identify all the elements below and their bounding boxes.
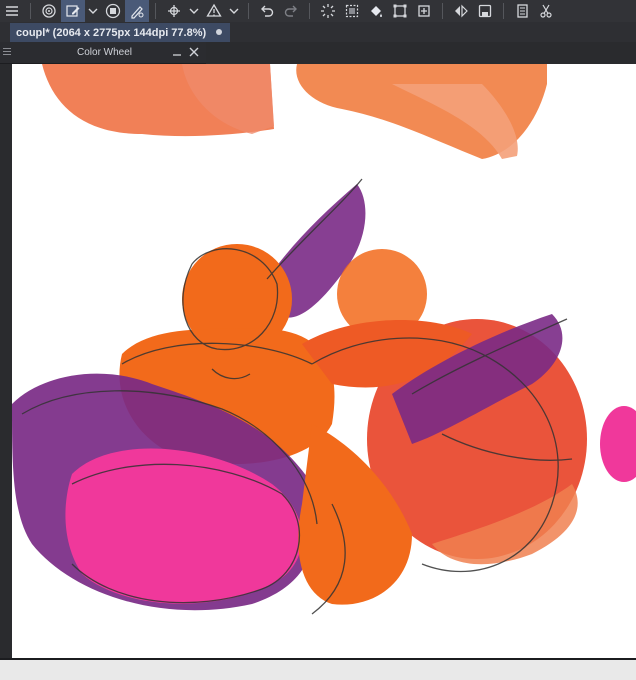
document-tab[interactable]: coupl* (2064 x 2775px 144dpi 77.8%)	[10, 23, 230, 42]
chevron-down-icon	[229, 8, 239, 14]
brush-preset-button[interactable]	[37, 0, 61, 22]
sun-burst-icon	[321, 4, 335, 18]
toolbar-separator	[442, 3, 443, 19]
spiral-brush-icon	[42, 4, 56, 18]
fill-bucket-button[interactable]	[364, 0, 388, 22]
transform-button[interactable]	[162, 0, 186, 22]
rect-select-icon	[393, 4, 407, 18]
undo-icon	[261, 5, 274, 17]
redo-button[interactable]	[279, 0, 303, 22]
toolbar-separator	[248, 3, 249, 19]
docker-grip-icon[interactable]	[3, 47, 11, 59]
main-toolbar	[0, 0, 636, 22]
transform-dropdown[interactable]	[186, 0, 202, 22]
mirror-icon	[455, 4, 468, 18]
undo-button[interactable]	[255, 0, 279, 22]
pen-settings-button[interactable]	[125, 0, 149, 22]
redo-icon	[284, 5, 297, 17]
circle-stop-icon	[105, 3, 121, 19]
brightness-button[interactable]	[316, 0, 340, 22]
layers-icon	[517, 4, 528, 18]
color-wheel-docker[interactable]: Color Wheel	[0, 42, 206, 64]
stop-button[interactable]	[101, 0, 125, 22]
chevron-down-icon	[88, 8, 98, 14]
toolbar-separator	[155, 3, 156, 19]
docker-title: Color Wheel	[77, 47, 133, 58]
fill-dropdown[interactable]	[226, 0, 242, 22]
pen-settings-icon	[131, 6, 144, 19]
toolbar-separator	[309, 3, 310, 19]
save-button[interactable]	[473, 0, 497, 22]
warning-fill-icon	[206, 3, 222, 17]
canvas-area[interactable]	[0, 42, 636, 680]
dotted-selection-icon	[345, 4, 359, 18]
docker-close-icon[interactable]	[188, 46, 200, 58]
tab-modified-dot-icon[interactable]	[216, 29, 222, 35]
krita-window: coupl* (2064 x 2775px 144dpi 77.8%) Colo…	[0, 0, 636, 680]
layers-button[interactable]	[510, 0, 534, 22]
edit-brush-icon	[66, 5, 80, 17]
toolbar-separator	[30, 3, 31, 19]
artwork-sketch	[12, 64, 636, 615]
scissors-icon	[540, 4, 552, 18]
docker-float-icon[interactable]	[172, 47, 182, 57]
crop-button[interactable]	[412, 0, 436, 22]
document-tab-label: coupl* (2064 x 2775px 144dpi 77.8%)	[16, 26, 207, 39]
rect-select-button[interactable]	[388, 0, 412, 22]
chevron-down-icon	[189, 8, 199, 14]
transform-move-icon	[168, 5, 180, 17]
save-icon	[478, 4, 492, 18]
horizontal-scrollbar[interactable]	[0, 660, 636, 680]
hamburger-menu-button[interactable]	[0, 0, 24, 22]
selection-button[interactable]	[340, 0, 364, 22]
brush-dropdown[interactable]	[85, 0, 101, 22]
cut-button[interactable]	[534, 0, 558, 22]
toolbar-separator	[503, 3, 504, 19]
hamburger-menu-icon	[6, 6, 18, 16]
fill-warning-button[interactable]	[202, 0, 226, 22]
drawing-canvas[interactable]	[12, 64, 636, 660]
crop-icon	[418, 5, 430, 17]
document-tab-bar: coupl* (2064 x 2775px 144dpi 77.8%)	[0, 22, 636, 42]
edit-brush-button[interactable]	[61, 0, 85, 22]
mirror-button[interactable]	[449, 0, 473, 22]
fill-bucket-icon	[371, 6, 382, 17]
